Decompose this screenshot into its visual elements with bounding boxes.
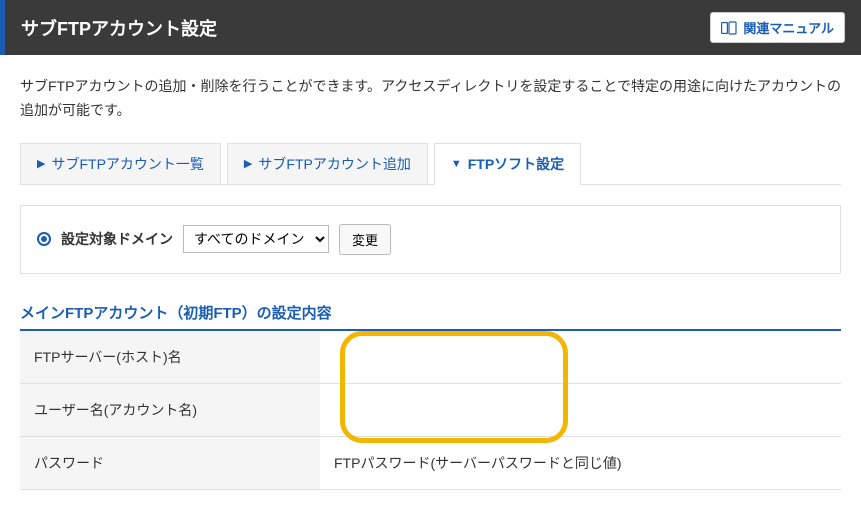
related-manual-label: 関連マニュアル xyxy=(743,18,834,37)
tab-bar: ▶ サブFTPアカウント一覧 ▶ サブFTPアカウント追加 ▼ FTPソフト設定 xyxy=(20,143,841,185)
chevron-right-icon: ▶ xyxy=(244,157,252,170)
chevron-right-icon: ▶ xyxy=(37,157,45,170)
ftp-user-label: ユーザー名(アカウント名) xyxy=(20,383,320,436)
tab-label: サブFTPアカウント追加 xyxy=(258,154,410,174)
ftp-info-table-wrap: FTPサーバー(ホスト)名 ユーザー名(アカウント名) パスワード FTPパスワ… xyxy=(20,331,841,490)
page-header: サブFTPアカウント設定 関連マニュアル xyxy=(0,0,861,55)
tab-label: サブFTPアカウント一覧 xyxy=(51,154,203,174)
book-icon xyxy=(721,21,737,35)
content-area: サブFTPアカウントの追加・削除を行うことができます。アクセスディレクトリを設定… xyxy=(0,55,861,510)
page-description: サブFTPアカウントの追加・削除を行うことができます。アクセスディレクトリを設定… xyxy=(20,75,841,123)
change-button[interactable]: 変更 xyxy=(339,224,391,255)
ftp-info-table: FTPサーバー(ホスト)名 ユーザー名(アカウント名) パスワード FTPパスワ… xyxy=(20,331,841,490)
target-domain-label: 設定対象ドメイン xyxy=(61,229,173,249)
chevron-down-icon: ▼ xyxy=(451,158,462,170)
domain-select[interactable]: すべてのドメイン xyxy=(183,225,329,253)
radio-selected-icon[interactable] xyxy=(37,232,51,246)
table-row: ユーザー名(アカウント名) xyxy=(20,383,841,436)
table-row: パスワード FTPパスワード(サーバーパスワードと同じ値) xyxy=(20,436,841,489)
ftp-server-value xyxy=(320,331,841,384)
tab-account-add[interactable]: ▶ サブFTPアカウント追加 xyxy=(227,143,428,184)
tab-account-list[interactable]: ▶ サブFTPアカウント一覧 xyxy=(20,143,221,184)
target-domain-row: 設定対象ドメイン すべてのドメイン 変更 xyxy=(37,224,824,255)
target-domain-box: 設定対象ドメイン すべてのドメイン 変更 xyxy=(20,205,841,274)
ftp-password-value: FTPパスワード(サーバーパスワードと同じ値) xyxy=(320,436,841,489)
ftp-password-label: パスワード xyxy=(20,436,320,489)
table-row: FTPサーバー(ホスト)名 xyxy=(20,331,841,384)
ftp-server-label: FTPサーバー(ホスト)名 xyxy=(20,331,320,384)
section-title: メインFTPアカウント（初期FTP）の設定内容 xyxy=(20,302,841,331)
related-manual-button[interactable]: 関連マニュアル xyxy=(710,12,845,43)
tab-ftp-settings[interactable]: ▼ FTPソフト設定 xyxy=(434,143,581,185)
ftp-user-value xyxy=(320,383,841,436)
tab-label: FTPソフト設定 xyxy=(468,154,564,174)
page-title: サブFTPアカウント設定 xyxy=(21,15,217,41)
